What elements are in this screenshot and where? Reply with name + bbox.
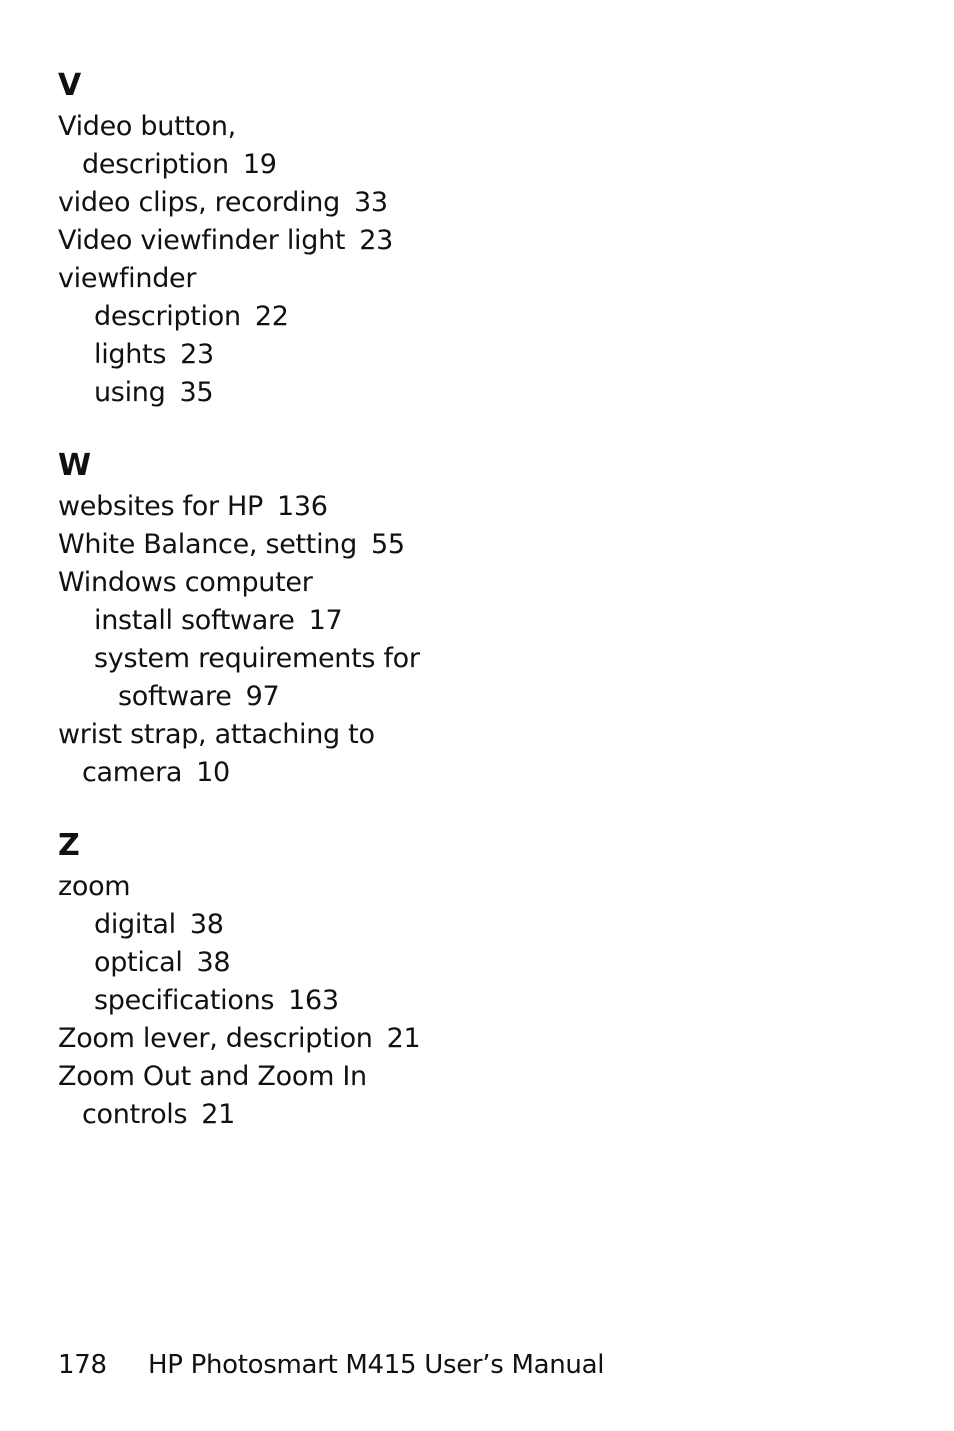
index-entry: Video button, description 19: [58, 108, 393, 184]
entry-term-text: Zoom lever, description: [58, 1023, 373, 1054]
entry-page-reference[interactable]: 97: [246, 681, 280, 712]
entry-term: websites for HP 136: [58, 488, 420, 526]
index-subentry: optical 38: [58, 944, 420, 982]
entry-page-reference[interactable]: 23: [180, 339, 214, 370]
entry-term: White Balance, setting 55: [58, 526, 420, 564]
entry-term-text: description: [94, 301, 241, 332]
footer-manual-title: HP Photosmart M415 User’s Manual: [148, 1350, 605, 1380]
entry-term-text: optical: [94, 947, 183, 978]
entry-page-reference[interactable]: 38: [190, 909, 224, 940]
index-subentry: system requirements for software 97: [58, 640, 420, 716]
entry-term-text: install software: [94, 605, 295, 636]
page-footer: 178 HP Photosmart M415 User’s Manual: [58, 1348, 604, 1382]
footer-page-number: 178: [58, 1350, 107, 1380]
entry-term-text: zoom: [58, 871, 131, 902]
index-entry: wrist strap, attaching to camera 10: [58, 716, 420, 792]
entry-page-reference[interactable]: 22: [255, 301, 289, 332]
index-subentry: install software 17: [58, 602, 420, 640]
index-entry: Video viewfinder light 23: [58, 222, 393, 260]
entry-term: using 35: [94, 374, 393, 412]
entry-term: Windows computer: [58, 564, 420, 602]
index-section-v: V Video button, description 19 video clips, …: [58, 66, 393, 412]
index-entry: Zoom lever, description 21: [58, 1020, 421, 1058]
entry-page-reference[interactable]: 21: [387, 1023, 421, 1054]
entry-term: Zoom lever, description 21: [58, 1020, 421, 1058]
index-entry: viewfinder: [58, 260, 393, 298]
entry-continuation-text: description: [82, 149, 229, 180]
entry-page-reference[interactable]: 35: [179, 377, 213, 408]
index-subentry: specifications 163: [58, 982, 420, 1020]
entry-term-text: Video button,: [58, 111, 236, 142]
index-section-z: Zzoom digital 38 optical 38 specifications 163…: [58, 826, 421, 1134]
entry-term-text: wrist strap, attaching to: [58, 719, 375, 750]
index-subentry: description 22: [58, 298, 393, 336]
entry-term: wrist strap, attaching to: [58, 716, 420, 754]
entry-term-text: system requirements for: [94, 643, 420, 674]
entry-term: description 22: [94, 298, 393, 336]
index-entry: zoom: [58, 868, 420, 906]
entry-term-text: Video viewfinder light: [58, 225, 346, 256]
entry-term: lights 23: [94, 336, 393, 374]
entry-term: install software 17: [94, 602, 420, 640]
index-entry: Zoom Out and Zoom In controls 21: [58, 1058, 420, 1134]
index-entry-list: zoom digital 38 optical 38 specifications 163 Z…: [58, 868, 421, 1134]
section-letter: Z: [58, 828, 80, 863]
entry-term: zoom: [58, 868, 420, 906]
entry-term: specifications 163: [94, 982, 420, 1020]
entry-term: Zoom Out and Zoom In: [58, 1058, 420, 1096]
entry-continuation-text: controls: [82, 1099, 188, 1130]
entry-term-text: White Balance, setting: [58, 529, 357, 560]
index-entry-list: websites for HP 136 White Balance, setting…: [58, 488, 420, 792]
index-section-w: Wwebsites for HP 136 White Balance, settin…: [58, 446, 420, 792]
index-entry: websites for HP 136: [58, 488, 420, 526]
index-subentry: digital 38: [58, 906, 420, 944]
entry-term-text: lights: [94, 339, 167, 370]
entry-page-reference[interactable]: 10: [196, 757, 230, 788]
entry-term: Video viewfinder light 23: [58, 222, 393, 260]
index-subentry: lights 23: [58, 336, 393, 374]
entry-continuation: camera 10: [58, 754, 420, 792]
entry-page-reference[interactable]: 163: [288, 985, 339, 1016]
entry-term-text: specifications: [94, 985, 275, 1016]
entry-term: system requirements for: [94, 640, 420, 678]
entry-term-text: viewfinder: [58, 263, 197, 294]
entry-page-reference[interactable]: 136: [277, 491, 328, 522]
entry-term-text: Zoom Out and Zoom In: [58, 1061, 367, 1092]
entry-continuation: controls 21: [58, 1096, 420, 1134]
entry-continuation-text: software: [118, 681, 232, 712]
entry-term: viewfinder: [58, 260, 393, 298]
entry-page-reference[interactable]: 33: [354, 187, 388, 218]
entry-page-reference[interactable]: 38: [197, 947, 231, 978]
entry-continuation: description 19: [58, 146, 393, 184]
entry-page-reference[interactable]: 21: [201, 1099, 235, 1130]
entry-page-reference[interactable]: 55: [371, 529, 405, 560]
entry-term-text: Windows computer: [58, 567, 313, 598]
section-letter: W: [58, 448, 92, 483]
index-entry: Windows computer: [58, 564, 420, 602]
index-entry: video clips, recording 33: [58, 184, 393, 222]
entry-term: digital 38: [94, 906, 420, 944]
entry-term: Video button,: [58, 108, 393, 146]
entry-continuation: software 97: [94, 678, 420, 716]
index-entry: White Balance, setting 55: [58, 526, 420, 564]
entry-page-reference[interactable]: 17: [309, 605, 343, 636]
entry-page-reference[interactable]: 19: [243, 149, 277, 180]
index-entry-list: Video button, description 19 video clips, r…: [58, 108, 393, 412]
entry-term-text: websites for HP: [58, 491, 264, 522]
section-letter: V: [58, 68, 82, 103]
entry-continuation-text: camera: [82, 757, 183, 788]
entry-term-text: using: [94, 377, 166, 408]
index-subentry: using 35: [58, 374, 393, 412]
entry-term-text: digital: [94, 909, 176, 940]
entry-term: optical 38: [94, 944, 420, 982]
entry-page-reference[interactable]: 23: [359, 225, 393, 256]
entry-term-text: video clips, recording: [58, 187, 340, 218]
entry-term: video clips, recording 33: [58, 184, 393, 222]
